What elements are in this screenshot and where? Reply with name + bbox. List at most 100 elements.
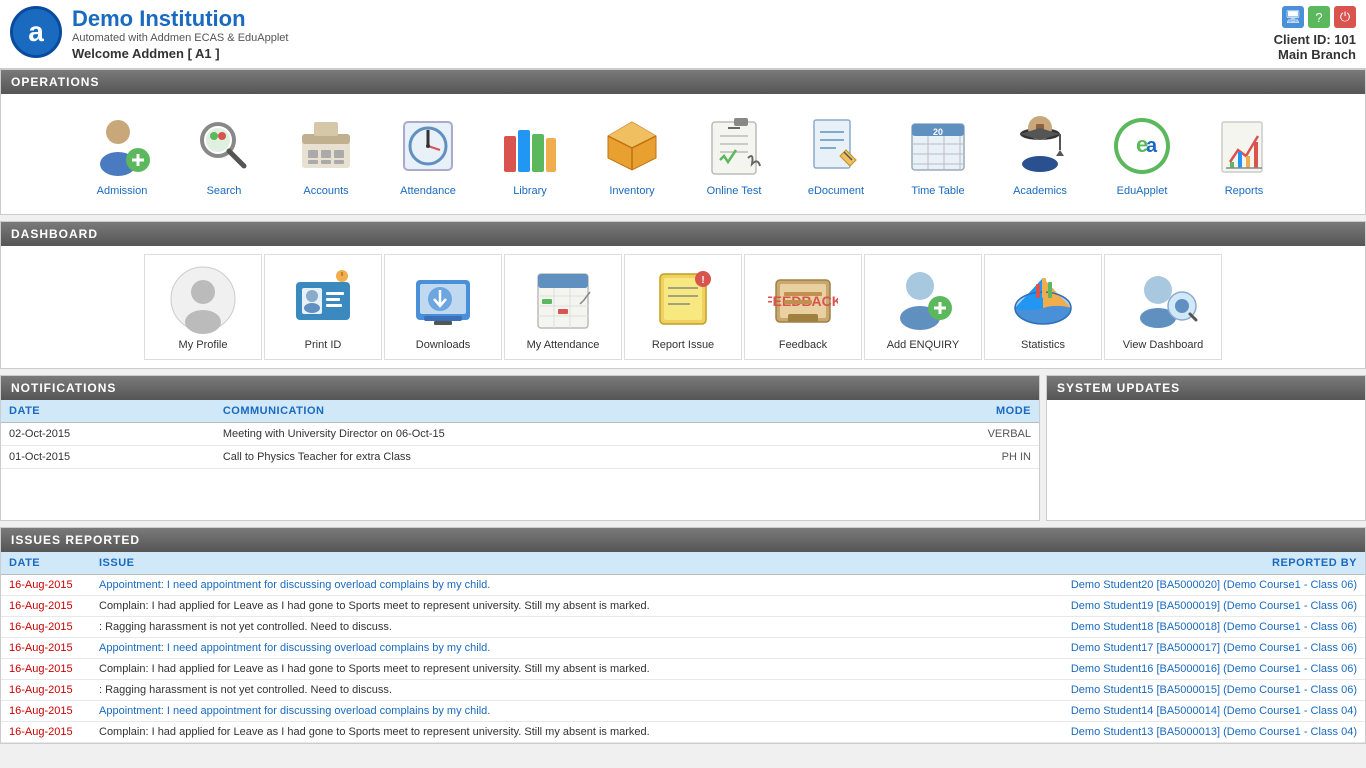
- timetable-label: Time Table: [911, 185, 964, 197]
- issue-row: 16-Aug-2015 : Ragging harassment is not …: [1, 617, 1365, 638]
- timetable-icon: 20: [903, 111, 973, 181]
- issue-date: 16-Aug-2015: [1, 638, 91, 659]
- header-text: Demo Institution Automated with Addmen E…: [72, 6, 288, 61]
- op-inventory[interactable]: Inventory: [582, 102, 682, 206]
- op-online-test[interactable]: Online Test: [684, 102, 784, 206]
- op-reports[interactable]: Reports: [1194, 102, 1294, 206]
- op-timetable[interactable]: 20 Time Table: [888, 102, 988, 206]
- logo[interactable]: a: [10, 6, 62, 58]
- my-profile-icon: [167, 263, 239, 335]
- branch-name: Main Branch: [1274, 47, 1356, 62]
- report-issue-icon: !: [647, 263, 719, 335]
- help-icon[interactable]: ?: [1308, 6, 1330, 28]
- online-test-label: Online Test: [707, 185, 762, 197]
- notif-col-mode: MODE: [874, 400, 1039, 423]
- issue-reporter: Demo Student18 [BA5000018] (Demo Course1…: [985, 617, 1365, 638]
- issue-date: 16-Aug-2015: [1, 680, 91, 701]
- op-library[interactable]: Library: [480, 102, 580, 206]
- monitor-icon[interactable]: 🖥: [1282, 6, 1304, 28]
- notifications-header: NOTIFICATIONS: [1, 376, 1039, 400]
- issue-reporter: Demo Student19 [BA5000019] (Demo Course1…: [985, 596, 1365, 617]
- issue-date: 16-Aug-2015: [1, 701, 91, 722]
- academics-icon: [1005, 111, 1075, 181]
- op-eduapplet[interactable]: e a EduApplet: [1092, 102, 1192, 206]
- feedback-icon: FEEDBACK: [767, 263, 839, 335]
- dash-statistics[interactable]: Statistics: [984, 254, 1102, 360]
- operations-grid: Admission Search: [1, 94, 1365, 214]
- attendance-icon: [393, 111, 463, 181]
- issue-description: Appointment: I need appointment for disc…: [91, 638, 985, 659]
- issue-reporter: Demo Student20 [BA5000020] (Demo Course1…: [985, 575, 1365, 596]
- dashboard-grid: My Profile Print ID: [1, 246, 1365, 368]
- issue-description: : Ragging harassment is not yet controll…: [91, 617, 985, 638]
- notif-mode: PH IN: [874, 446, 1039, 469]
- header-right: 🖥 ? ⏻ Client ID: 101 Main Branch: [1274, 6, 1356, 62]
- downloads-icon: [407, 263, 479, 335]
- header-left: a Demo Institution Automated with Addmen…: [10, 6, 288, 61]
- my-profile-label: My Profile: [179, 339, 228, 351]
- attendance-label: Attendance: [400, 185, 456, 197]
- notif-comm: Call to Physics Teacher for extra Class: [215, 446, 874, 469]
- system-updates-header: SYSTEM UPDATES: [1047, 376, 1365, 400]
- accounts-icon: [291, 111, 361, 181]
- inventory-icon: [597, 111, 667, 181]
- issue-description: Appointment: I need appointment for disc…: [91, 575, 985, 596]
- notif-date: 02-Oct-2015: [1, 423, 215, 446]
- issues-header: ISSUES REPORTED: [1, 528, 1365, 552]
- dash-print-id[interactable]: Print ID: [264, 254, 382, 360]
- op-academics[interactable]: Academics: [990, 102, 1090, 206]
- dash-feedback[interactable]: FEEDBACK Feedback: [744, 254, 862, 360]
- op-accounts[interactable]: Accounts: [276, 102, 376, 206]
- dash-report-issue[interactable]: ! Report Issue: [624, 254, 742, 360]
- print-id-icon: [287, 263, 359, 335]
- op-search[interactable]: Search: [174, 102, 274, 206]
- issue-reporter: Demo Student16 [BA5000016] (Demo Course1…: [985, 659, 1365, 680]
- inventory-label: Inventory: [609, 185, 654, 197]
- issue-row: 16-Aug-2015 : Ragging harassment is not …: [1, 680, 1365, 701]
- issue-text: : Ragging harassment is not yet controll…: [99, 621, 392, 633]
- admission-label: Admission: [97, 185, 148, 197]
- issue-text: Complain: I had applied for Leave as I h…: [99, 600, 650, 612]
- dash-view-dashboard[interactable]: View Dashboard: [1104, 254, 1222, 360]
- issue-reporter: Demo Student14 [BA5000014] (Demo Course1…: [985, 701, 1365, 722]
- add-enquiry-icon: [887, 263, 959, 335]
- feedback-label: Feedback: [779, 339, 827, 351]
- client-id: Client ID: 101: [1274, 32, 1356, 47]
- issues-col-reported: REPORTED BY: [985, 552, 1365, 575]
- dash-downloads[interactable]: Downloads: [384, 254, 502, 360]
- issue-link[interactable]: Appointment: I need appointment for disc…: [99, 642, 490, 654]
- accounts-label: Accounts: [303, 185, 348, 197]
- op-attendance[interactable]: Attendance: [378, 102, 478, 206]
- view-dashboard-label: View Dashboard: [1123, 339, 1204, 351]
- op-edocument[interactable]: eDocument: [786, 102, 886, 206]
- notifications-table: DATE COMMUNICATION MODE 02-Oct-2015 Meet…: [1, 400, 1039, 469]
- issues-table: DATE ISSUE REPORTED BY 16-Aug-2015 Appoi…: [1, 552, 1365, 743]
- dash-add-enquiry[interactable]: Add ENQUIRY: [864, 254, 982, 360]
- notif-col-comm: COMMUNICATION: [215, 400, 874, 423]
- institution-name: Demo Institution: [72, 6, 288, 32]
- issue-row: 16-Aug-2015 Complain: I had applied for …: [1, 596, 1365, 617]
- issue-link[interactable]: Appointment: I need appointment for disc…: [99, 579, 490, 591]
- online-test-icon: [699, 111, 769, 181]
- issue-date: 16-Aug-2015: [1, 596, 91, 617]
- my-attendance-label: My Attendance: [527, 339, 600, 351]
- my-attendance-icon: [527, 263, 599, 335]
- operations-section: OPERATIONS Admission: [0, 69, 1366, 215]
- svg-text:20: 20: [933, 127, 943, 137]
- op-admission[interactable]: Admission: [72, 102, 172, 206]
- issue-link[interactable]: Appointment: I need appointment for disc…: [99, 705, 490, 717]
- notif-mode: VERBAL: [874, 423, 1039, 446]
- subtitle: Automated with Addmen ECAS & EduApplet: [72, 32, 288, 44]
- dash-my-profile[interactable]: My Profile: [144, 254, 262, 360]
- svg-text:a: a: [1146, 135, 1158, 157]
- library-icon: [495, 111, 565, 181]
- welcome-text: Welcome Addmen [ A1 ]: [72, 46, 288, 61]
- system-updates-content: [1047, 400, 1365, 520]
- issue-description: Complain: I had applied for Leave as I h…: [91, 659, 985, 680]
- dash-my-attendance[interactable]: My Attendance: [504, 254, 622, 360]
- power-icon[interactable]: ⏻: [1334, 6, 1356, 28]
- issue-row: 16-Aug-2015 Appointment: I need appointm…: [1, 638, 1365, 659]
- edocument-icon: [801, 111, 871, 181]
- issue-text: Complain: I had applied for Leave as I h…: [99, 663, 650, 675]
- admission-icon: [87, 111, 157, 181]
